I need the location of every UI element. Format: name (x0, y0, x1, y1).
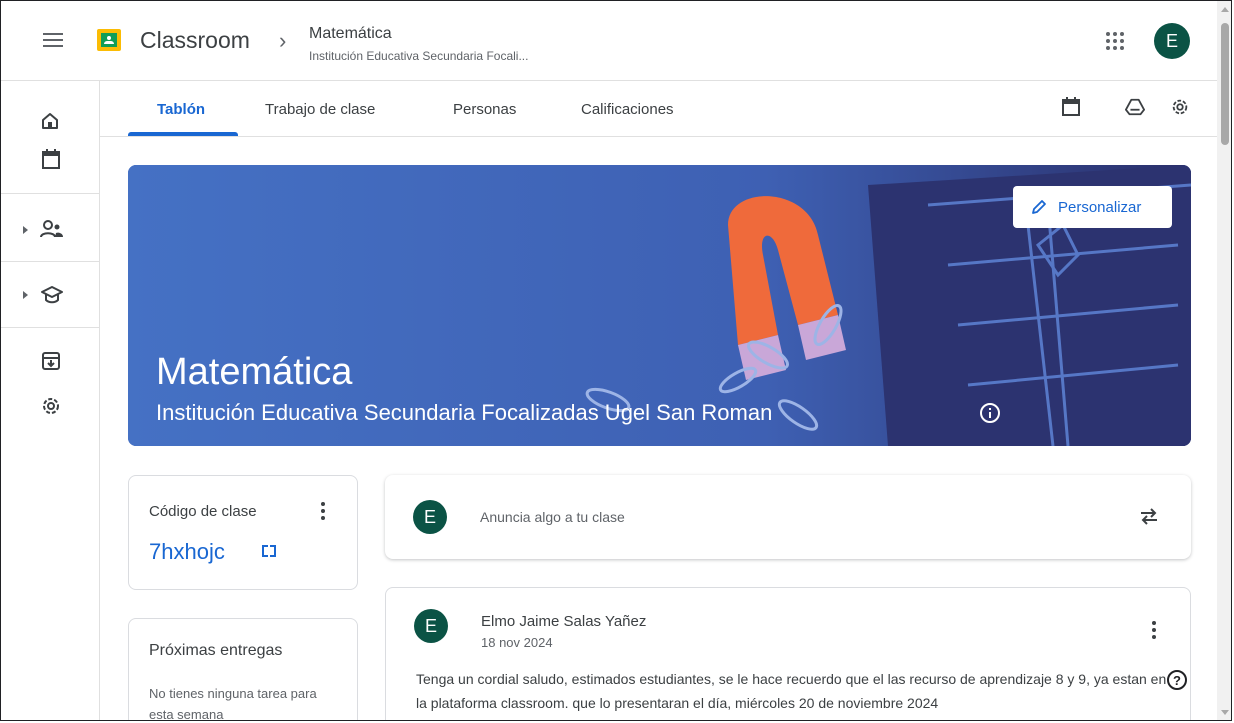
class-banner: Matemática Institución Educativa Secunda… (128, 165, 1191, 446)
announce-box[interactable]: E Anuncia algo a tu clase (385, 475, 1191, 559)
more-options-icon[interactable] (321, 502, 325, 520)
archive-icon[interactable] (41, 351, 61, 371)
scrollbar-thumb[interactable] (1221, 23, 1229, 145)
calendar-icon[interactable] (41, 148, 61, 170)
scroll-down-arrow-icon[interactable] (1221, 710, 1229, 715)
apps-grid-icon[interactable] (1105, 31, 1125, 51)
settings-icon[interactable] (40, 395, 62, 417)
author-avatar: E (414, 609, 448, 643)
post-date: 18 nov 2024 (481, 635, 553, 650)
caret-right-icon[interactable] (23, 226, 28, 234)
classroom-window: Classroom › Matemática Institución Educa… (0, 0, 1232, 721)
active-tab-indicator (128, 132, 238, 136)
banner-class-subtitle: Institución Educativa Secundaria Focaliz… (156, 400, 773, 425)
home-icon[interactable] (39, 110, 61, 132)
tab-grades[interactable]: Calificaciones (581, 101, 674, 118)
breadcrumb-class-subtitle: Institución Educativa Secundaria Focali.… (309, 49, 529, 63)
school-icon[interactable] (40, 284, 64, 306)
breadcrumb-class-name[interactable]: Matemática (309, 25, 392, 43)
avatar: E (413, 500, 447, 534)
repost-icon[interactable] (1137, 504, 1161, 528)
scrollbar[interactable] (1217, 1, 1231, 720)
announcement-post: E Elmo Jaime Salas Yañez 18 nov 2024 Ten… (385, 587, 1191, 720)
people-icon[interactable] (40, 219, 64, 239)
calendar-icon[interactable] (1061, 97, 1081, 117)
breadcrumb-chevron-icon: › (279, 28, 287, 53)
top-bar: Classroom › Matemática Institución Educa… (1, 1, 1217, 81)
tab-people[interactable]: Personas (453, 101, 516, 118)
tab-stream[interactable]: Tablón (157, 101, 205, 118)
announce-placeholder[interactable]: Anuncia algo a tu clase (480, 509, 625, 525)
pencil-icon (1032, 200, 1046, 214)
sidebar-divider (1, 327, 99, 328)
sidebar (1, 81, 100, 720)
upcoming-title: Próximas entregas (149, 642, 283, 659)
sidebar-divider (1, 193, 99, 194)
sidebar-divider (1, 261, 99, 262)
post-author: Elmo Jaime Salas Yañez (481, 613, 647, 630)
class-code-value: 7hxhojc (149, 539, 225, 564)
more-options-icon[interactable] (1152, 621, 1156, 639)
help-icon[interactable]: ? (1167, 670, 1187, 690)
info-icon[interactable] (980, 403, 1000, 423)
fullscreen-icon[interactable] (262, 545, 276, 557)
upcoming-card: Próximas entregas No tienes ninguna tare… (128, 618, 358, 721)
app-title[interactable]: Classroom (140, 27, 250, 54)
class-code-card: Código de clase 7hxhojc (128, 475, 358, 590)
class-tabs: Tablón Trabajo de clase Personas Calific… (100, 81, 1217, 137)
upcoming-empty-text: No tienes ninguna tarea para esta semana (149, 686, 317, 721)
post-body: Tenga un cordial saludo, estimados estud… (416, 671, 1167, 711)
caret-right-icon[interactable] (23, 291, 28, 299)
drive-icon[interactable] (1125, 97, 1145, 117)
tab-classwork[interactable]: Trabajo de clase (265, 101, 375, 118)
classroom-logo-icon[interactable] (97, 29, 121, 51)
hamburger-icon[interactable] (43, 32, 63, 48)
customize-button[interactable]: Personalizar (1013, 186, 1172, 228)
banner-class-title: Matemática (156, 351, 353, 393)
settings-icon[interactable] (1170, 97, 1190, 117)
scroll-up-arrow-icon[interactable] (1221, 7, 1229, 12)
class-code-label: Código de clase (149, 503, 257, 520)
user-avatar[interactable]: E (1154, 23, 1190, 59)
customize-label: Personalizar (1058, 199, 1142, 216)
